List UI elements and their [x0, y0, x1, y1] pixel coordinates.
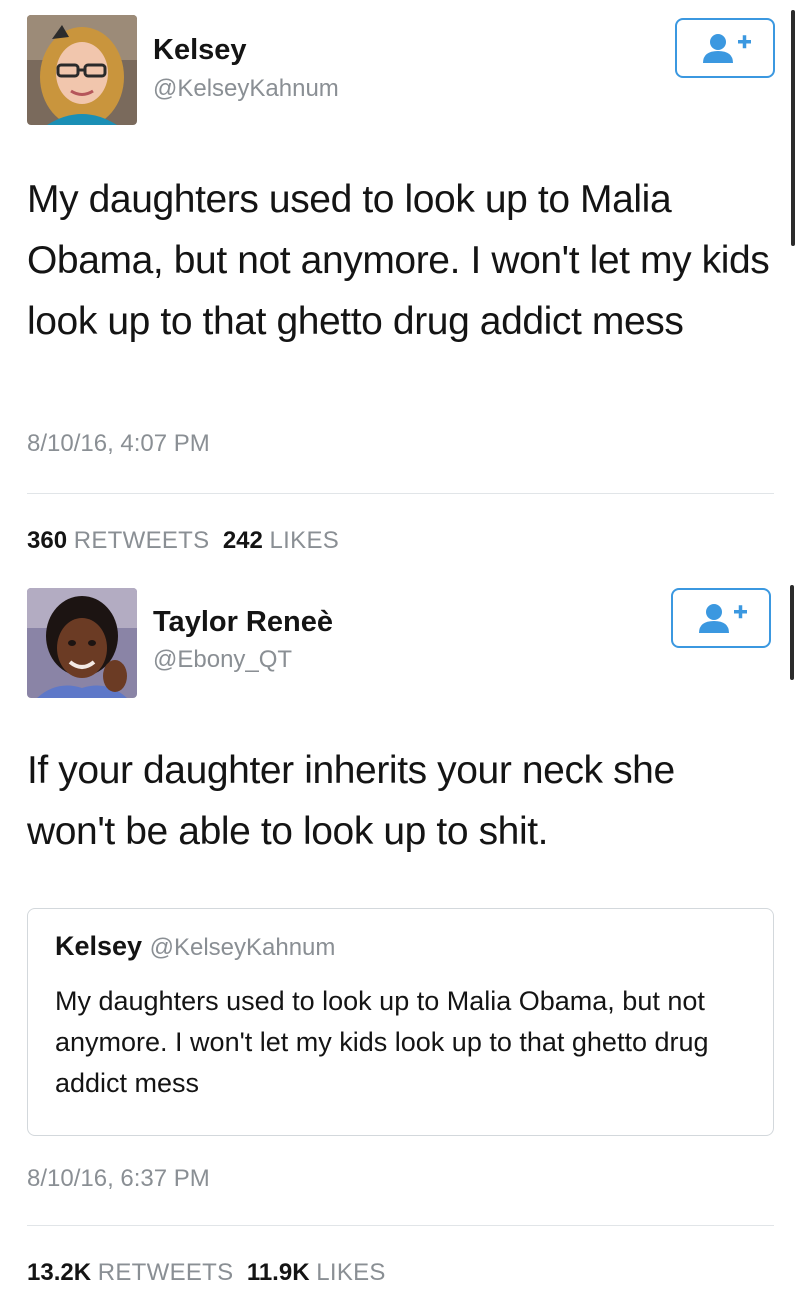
add-user-icon [699, 604, 747, 633]
tweet-stats: 13.2K RETWEETS 11.9K LIKES [27, 1259, 386, 1287]
quoted-author: Kelsey @KelseyKahnum [55, 931, 335, 962]
like-count[interactable]: 11.9K LIKES [247, 1259, 386, 1286]
avatar-photo-icon [27, 588, 137, 698]
avatar-taylor[interactable] [27, 588, 137, 698]
tweet-2: Taylor Reneè @Ebony_QT If your daughter … [0, 0, 800, 1309]
scrollbar[interactable] [790, 585, 794, 680]
retweet-count-value: 13.2K [27, 1259, 92, 1286]
tweet-timestamp[interactable]: 8/10/16, 6:37 PM [27, 1165, 210, 1193]
quoted-tweet-text: My daughters used to look up to Malia Ob… [55, 986, 709, 1098]
like-count-label: LIKES [316, 1259, 386, 1286]
retweet-count[interactable]: 13.2K RETWEETS [27, 1259, 233, 1286]
tweet-text: If your daughter inherits your neck she … [27, 749, 675, 853]
quoted-author-handle: @KelseyKahnum [149, 934, 336, 961]
author-handle[interactable]: @Ebony_QT [153, 646, 292, 674]
follow-button[interactable] [671, 588, 771, 648]
quoted-author-name: Kelsey [55, 931, 143, 961]
like-count-value: 11.9K [246, 1259, 310, 1286]
divider [27, 1225, 774, 1226]
retweet-count-label: RETWEETS [97, 1259, 234, 1286]
author-name[interactable]: Taylor Reneè [153, 606, 333, 639]
quoted-tweet[interactable]: Kelsey @KelseyKahnum My daughters used t… [27, 908, 774, 1136]
